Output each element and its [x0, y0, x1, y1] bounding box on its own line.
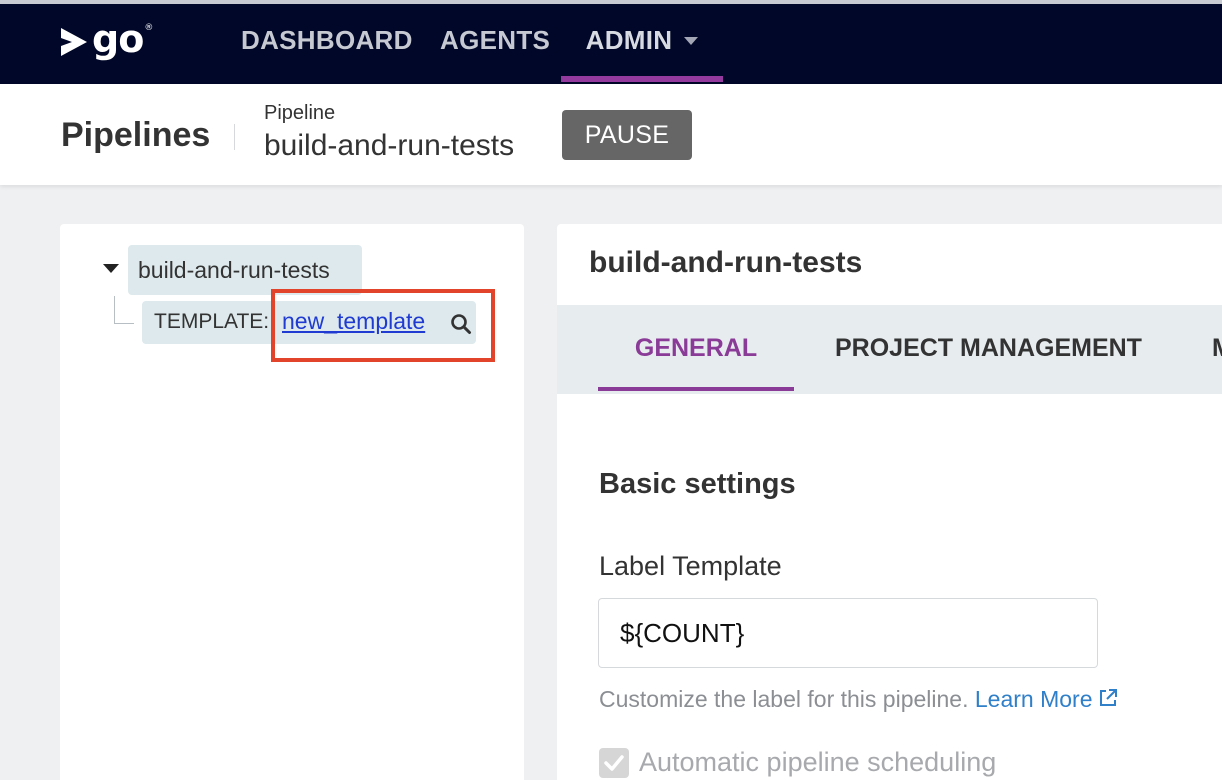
external-link-icon: [1099, 689, 1117, 706]
pipeline-label: Pipeline: [264, 102, 336, 124]
tab-general[interactable]: GENERAL: [598, 305, 794, 391]
go-play-icon: [61, 28, 87, 56]
chevron-down-icon: [684, 37, 699, 45]
help-text-label: Customize the label for this pipeline.: [599, 686, 969, 712]
help-text: Customize the label for this pipeline. L…: [599, 686, 1119, 713]
pause-button[interactable]: PAUSE: [562, 110, 692, 160]
nav-dashboard[interactable]: DASHBOARD: [241, 0, 413, 80]
nav-admin[interactable]: ADMIN: [561, 0, 723, 80]
page-title: Pipelines: [61, 116, 211, 154]
template-prefix: TEMPLATE:: [154, 310, 270, 333]
header-divider: [234, 124, 235, 150]
check-icon: [604, 755, 624, 771]
pipeline-name: build-and-run-tests: [264, 129, 515, 162]
tab-project-management[interactable]: PROJECT MANAGEMENT: [835, 305, 1142, 391]
highlight-annotation: [271, 289, 495, 362]
logo-text: go®: [92, 17, 153, 61]
auto-schedule-checkbox[interactable]: [599, 748, 629, 778]
go-logo[interactable]: go®: [58, 17, 153, 64]
page-header: Pipelines Pipeline build-and-run-tests P…: [0, 84, 1222, 185]
learn-more-link[interactable]: Learn More: [975, 686, 1119, 712]
caret-down-icon[interactable]: [103, 264, 119, 273]
tab-materials[interactable]: M: [1212, 305, 1222, 391]
tab-active-indicator: [598, 387, 794, 391]
label-template-input[interactable]: [598, 598, 1098, 668]
section-title: Basic settings: [599, 468, 796, 500]
nav-active-indicator: [561, 76, 723, 82]
nav-admin-label: ADMIN: [585, 24, 673, 55]
nav-agents[interactable]: AGENTS: [440, 0, 550, 80]
settings-title: build-and-run-tests: [589, 246, 863, 279]
tree-item-pipeline[interactable]: build-and-run-tests: [128, 245, 362, 295]
label-template-label: Label Template: [599, 551, 782, 581]
auto-schedule-label: Automatic pipeline scheduling: [639, 747, 997, 777]
tree-connector: [114, 296, 134, 324]
